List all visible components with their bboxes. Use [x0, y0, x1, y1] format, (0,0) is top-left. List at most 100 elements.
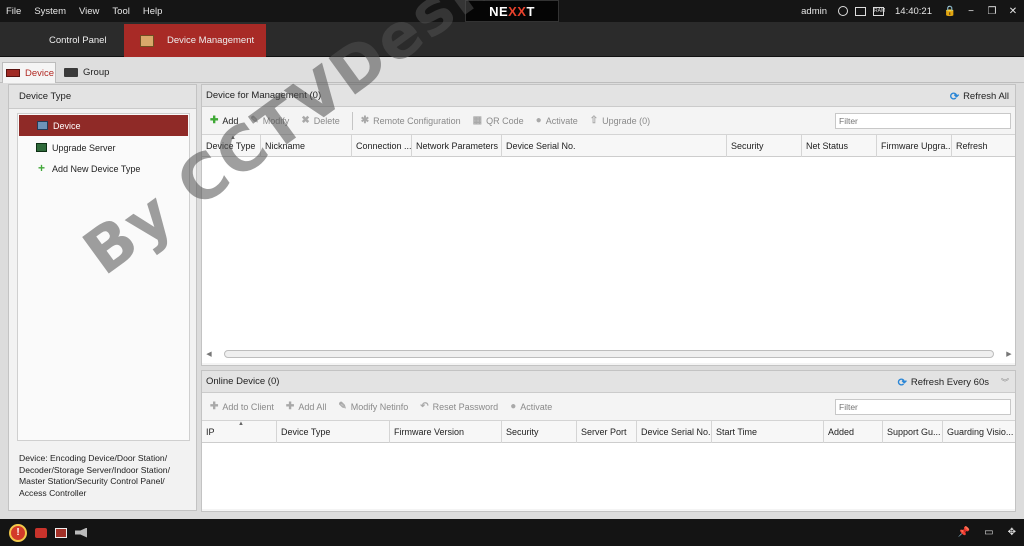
reset-password-button[interactable]: ↶ Reset Password	[420, 401, 498, 412]
close-icon[interactable]: ✕	[1006, 6, 1020, 17]
alarm-event-icon[interactable]	[35, 527, 47, 538]
device-tab-icon	[6, 69, 20, 77]
column-ip[interactable]: ▲ IP	[202, 421, 277, 443]
pin-icon[interactable]: 📌	[958, 527, 970, 538]
collapse-icon[interactable]: ︾	[1001, 377, 1009, 388]
tab-device-management[interactable]: Device Management	[124, 24, 266, 57]
column-device-serial[interactable]: Device Serial No.	[637, 421, 712, 443]
column-label: Security	[506, 427, 539, 437]
add-all-label: Add All	[298, 401, 327, 412]
keyboard-icon[interactable]	[855, 6, 867, 16]
upgrade-label: Upgrade (0)	[602, 115, 651, 126]
brand-logo-part: NE	[489, 3, 509, 19]
add-all-button[interactable]: ✚ Add All	[286, 401, 326, 412]
scrollbar-thumb[interactable]	[224, 350, 994, 358]
column-security[interactable]: Security	[502, 421, 577, 443]
column-added[interactable]: Added	[824, 421, 883, 443]
tab-group-label: Group	[83, 67, 110, 78]
window-icon[interactable]: ▭	[984, 527, 993, 538]
delete-icon: ✖	[301, 115, 310, 126]
scroll-right-icon[interactable]: ▶	[1004, 350, 1014, 358]
plus-icon: +	[37, 161, 45, 175]
tree-item-add-device-type[interactable]: + Add New Device Type	[18, 158, 189, 179]
refresh-every-button[interactable]: ⟳ Refresh Every 60s ︾	[898, 371, 1009, 393]
gear-icon: ✱	[360, 115, 370, 126]
refresh-all-button[interactable]: ⟳ Refresh All	[950, 85, 1009, 107]
add-all-icon: ✚	[285, 401, 295, 412]
activate-button[interactable]: ● Activate	[536, 115, 578, 126]
column-net-status[interactable]: Net Status	[802, 135, 877, 157]
qr-code-button[interactable]: ▦ QR Code	[473, 115, 524, 126]
management-toolbar: ✚ Add ✎ Modify ✖ Delete ✱ Remote Configurati…	[202, 107, 1015, 135]
column-server-port[interactable]: Server Port	[577, 421, 637, 443]
column-firmware-version[interactable]: Firmware Version	[390, 421, 502, 443]
online-filter-input[interactable]	[835, 398, 1011, 415]
online-activate-button[interactable]: ● Activate	[510, 401, 552, 412]
control-panel-icon	[22, 35, 36, 47]
add-label: Add	[222, 115, 239, 126]
remote-configuration-button[interactable]: ✱ Remote Configuration	[361, 115, 461, 126]
restore-icon[interactable]: ❐	[985, 6, 999, 17]
horizontal-scrollbar[interactable]: ◀ ▶	[204, 349, 1014, 359]
column-nickname[interactable]: Nickname	[261, 135, 352, 157]
tree-item-upgrade-server[interactable]: Upgrade Server	[18, 137, 189, 158]
tab-device-management-label: Device Management	[167, 35, 255, 46]
tab-device[interactable]: Device	[2, 62, 56, 83]
edit-icon: ✎	[250, 115, 259, 126]
upgrade-button[interactable]: ⇧ Upgrade (0)	[590, 115, 650, 126]
menu-bar: File System View Tool Help NE XX T admin R…	[0, 0, 1024, 22]
module-bar: Control Panel Device Management	[0, 22, 1024, 57]
ram-icon[interactable]: RAM	[873, 6, 885, 16]
column-network-parameters[interactable]: Network Parameters	[412, 135, 502, 157]
undo-icon: ↶	[420, 401, 429, 412]
alarm-icon[interactable]: !	[9, 523, 27, 542]
minimize-icon[interactable]: −	[964, 6, 978, 17]
menu-system[interactable]: System	[34, 6, 66, 17]
expand-icon[interactable]: ✥	[1008, 527, 1016, 538]
management-filter-input[interactable]	[835, 112, 1011, 129]
column-label: Security	[731, 141, 764, 151]
sort-arrow-icon: ▲	[238, 421, 244, 427]
column-guarding-vision[interactable]: Guarding Visio...	[943, 421, 1015, 443]
delete-button[interactable]: ✖ Delete	[301, 115, 339, 126]
brand-logo-accent: XX	[508, 3, 527, 19]
column-label: Device Type	[281, 427, 331, 437]
speaker-icon[interactable]	[75, 527, 87, 538]
refresh-icon: ⟳	[949, 90, 960, 103]
modify-button[interactable]: ✎ Modify	[250, 115, 289, 126]
column-device-serial[interactable]: Device Serial No.	[502, 135, 727, 157]
device-icon	[37, 121, 48, 130]
tab-control-panel-label: Control Panel	[49, 35, 107, 46]
lock-icon[interactable]: 🔒	[943, 6, 957, 17]
menu-tool[interactable]: Tool	[112, 6, 129, 17]
menu-file[interactable]: File	[6, 6, 21, 17]
column-device-type[interactable]: Device Type	[277, 421, 390, 443]
column-device-type[interactable]: ▲ Device Type	[202, 135, 261, 157]
column-support-guarding[interactable]: Support Gu...	[883, 421, 943, 443]
scroll-left-icon[interactable]: ◀	[204, 350, 214, 358]
column-refresh[interactable]: Refresh	[952, 135, 1015, 157]
column-label: Device Serial No.	[641, 427, 711, 437]
tab-control-panel[interactable]: Control Panel	[0, 24, 122, 57]
add-button[interactable]: ✚ Add	[210, 115, 238, 126]
menu-view[interactable]: View	[79, 6, 99, 17]
status-icons: !	[0, 523, 87, 542]
modify-netinfo-button[interactable]: ✎ Modify Netinfo	[338, 401, 408, 412]
bulb-icon: ●	[510, 401, 517, 412]
column-security[interactable]: Security	[727, 135, 802, 157]
tree-item-label: Upgrade Server	[52, 142, 116, 153]
online-header: Online Device (0) ⟳ Refresh Every 60s ︾	[202, 371, 1015, 393]
tree-item-device[interactable]: Device	[19, 115, 188, 136]
video-icon[interactable]	[55, 527, 67, 538]
column-label: Nickname	[265, 141, 306, 151]
globe-icon[interactable]	[838, 6, 849, 16]
device-management-icon	[140, 34, 154, 47]
column-firmware-upgrade[interactable]: Firmware Upgra...	[877, 135, 952, 157]
brand-logo-part: T	[526, 3, 535, 19]
bulb-icon: ●	[535, 115, 542, 126]
menu-help[interactable]: Help	[143, 6, 163, 17]
add-to-client-button[interactable]: ✚ Add to Client	[210, 401, 274, 412]
column-start-time[interactable]: Start Time	[712, 421, 824, 443]
tab-group[interactable]: Group	[62, 62, 109, 83]
column-connection[interactable]: Connection ...	[352, 135, 412, 157]
